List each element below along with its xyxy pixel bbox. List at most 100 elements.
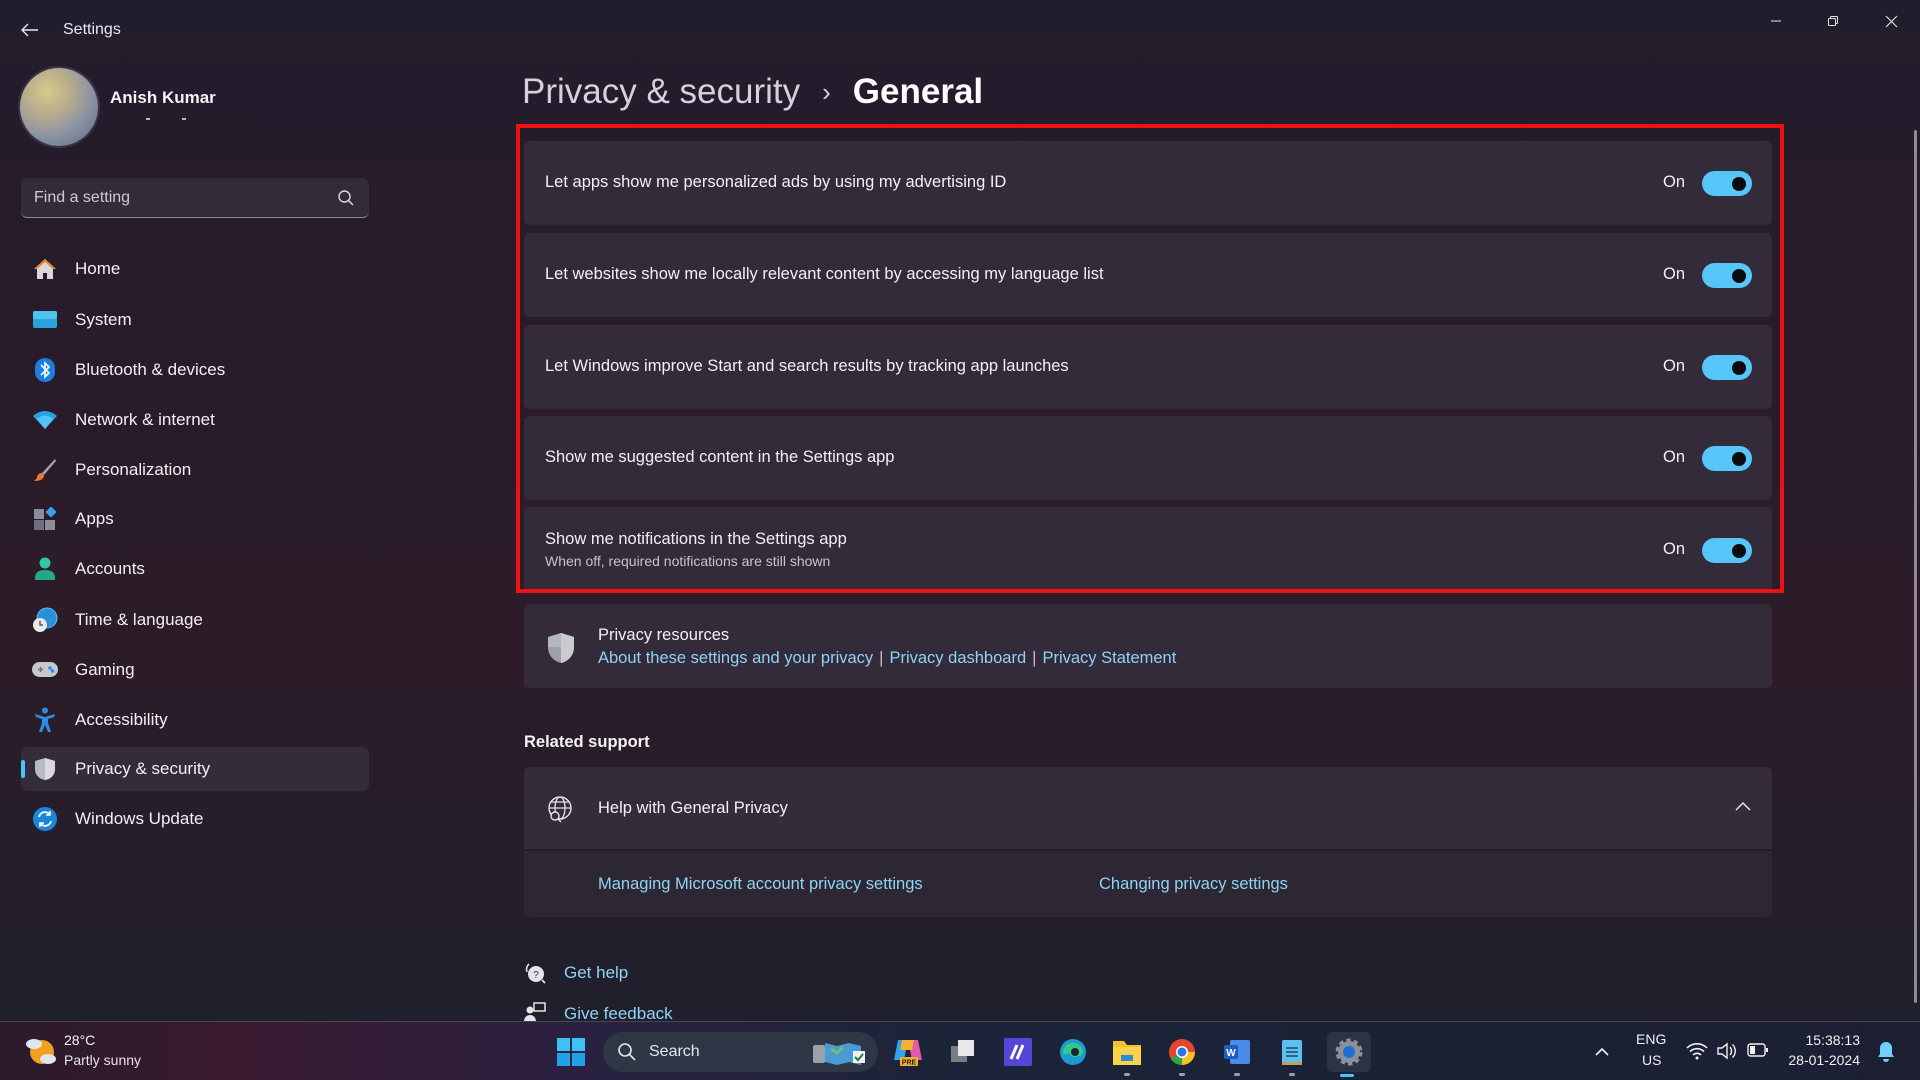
- shield-icon: [32, 757, 58, 781]
- sidebar-item-bluetooth[interactable]: Bluetooth & devices: [21, 348, 369, 392]
- search-highlight-travel-icon: [813, 1043, 865, 1065]
- sidebar-item-label: Accounts: [75, 559, 145, 578]
- sidebar-item-label: Network & internet: [75, 410, 215, 429]
- sidebar-item-privacy-security[interactable]: Privacy & security: [21, 747, 369, 791]
- edge-icon[interactable]: [1053, 1032, 1093, 1072]
- weather-temperature[interactable]: 28°C: [64, 1032, 95, 1048]
- running-indicator: [1234, 1073, 1240, 1076]
- privacy-resources-title: Privacy resources: [598, 626, 730, 644]
- wifi-icon[interactable]: [1686, 1042, 1708, 1060]
- clock-date[interactable]: 28-01-2024: [1788, 1052, 1860, 1068]
- partly-sunny-icon[interactable]: [24, 1034, 58, 1068]
- sidebar-item-personalization[interactable]: Personalization: [21, 448, 369, 492]
- search-icon[interactable]: [337, 189, 355, 207]
- title-bar: Settings: [0, 0, 1920, 58]
- input-language-line2[interactable]: US: [1642, 1052, 1661, 1068]
- sidebar-item-apps[interactable]: Apps: [21, 497, 369, 541]
- sidebar-item-time-language[interactable]: Time & language: [21, 598, 369, 642]
- accessibility-icon: [32, 707, 58, 732]
- help-general-privacy-header[interactable]: Help with General Privacy: [524, 767, 1772, 849]
- privacy-statement-link[interactable]: Privacy Statement: [1042, 649, 1176, 668]
- privacy-resources-card: Privacy resources About these settings a…: [524, 604, 1772, 688]
- close-button[interactable]: [1868, 6, 1914, 36]
- changing-privacy-settings-link[interactable]: Changing privacy settings: [1099, 875, 1288, 894]
- privacy-resources-links: About these settings and your privacy | …: [598, 649, 1176, 668]
- running-indicator: [1179, 1073, 1185, 1076]
- volume-icon[interactable]: [1716, 1041, 1736, 1061]
- task-view-icon[interactable]: [943, 1032, 983, 1072]
- notification-bell-icon[interactable]: [1876, 1041, 1896, 1063]
- user-email-redacted: [146, 118, 186, 126]
- breadcrumb-parent[interactable]: Privacy & security: [522, 72, 800, 112]
- globe-help-icon: [548, 796, 572, 823]
- windows-logo-icon: [557, 1038, 585, 1066]
- chrome-icon[interactable]: [1162, 1032, 1202, 1076]
- bluetooth-icon: [32, 358, 58, 382]
- privacy-dashboard-link[interactable]: Privacy dashboard: [889, 649, 1026, 668]
- clock-time[interactable]: 15:38:13: [1806, 1032, 1861, 1048]
- gaming-icon: [32, 658, 58, 682]
- chevron-up-icon[interactable]: [1734, 799, 1752, 813]
- sidebar-item-label: Personalization: [75, 460, 192, 479]
- breadcrumb-separator: ›: [822, 76, 831, 107]
- minimize-icon: [1771, 20, 1781, 22]
- active-app-indicator: [1340, 1074, 1354, 1077]
- back-button[interactable]: [18, 16, 42, 44]
- help-title: Help with General Privacy: [598, 799, 788, 817]
- pen-app-icon[interactable]: [998, 1032, 1038, 1072]
- shield-icon: [548, 633, 574, 663]
- sidebar-item-label: Home: [75, 259, 121, 278]
- restore-button[interactable]: [1810, 6, 1856, 36]
- sidebar-item-label: Privacy & security: [75, 759, 211, 778]
- sidebar-item-windows-update[interactable]: Windows Update: [21, 797, 369, 841]
- copilot-pre-icon[interactable]: PRE: [888, 1032, 928, 1072]
- scrollbar[interactable]: [1914, 130, 1917, 1003]
- time-language-icon: [32, 607, 58, 632]
- running-indicator: [1124, 1073, 1130, 1076]
- taskbar-search[interactable]: Search: [603, 1032, 878, 1072]
- accounts-icon: [32, 557, 58, 581]
- home-icon: [32, 257, 58, 281]
- word-icon[interactable]: W: [1217, 1032, 1257, 1076]
- about-settings-privacy-link[interactable]: About these settings and your privacy: [598, 649, 873, 668]
- show-hidden-icons-chevron[interactable]: [1594, 1046, 1610, 1058]
- sidebar-item-label: System: [75, 310, 132, 329]
- weather-condition[interactable]: Partly sunny: [64, 1052, 141, 1068]
- page-title: General: [852, 72, 984, 111]
- input-language-line1[interactable]: ENG: [1636, 1031, 1666, 1047]
- system-icon: [32, 308, 58, 332]
- avatar[interactable]: [20, 68, 98, 146]
- sidebar-item-label: Accessibility: [75, 710, 168, 729]
- brush-icon: [32, 458, 58, 482]
- link-separator: |: [879, 649, 884, 667]
- settings-taskbar-icon[interactable]: [1327, 1032, 1371, 1077]
- search-input[interactable]: [34, 188, 324, 207]
- managing-ms-account-privacy-link[interactable]: Managing Microsoft account privacy setti…: [598, 875, 923, 894]
- sidebar-item-label: Apps: [75, 509, 114, 528]
- file-explorer-icon[interactable]: [1107, 1032, 1147, 1076]
- sidebar-item-home[interactable]: Home: [21, 247, 369, 291]
- sidebar-item-network[interactable]: Network & internet: [21, 398, 369, 442]
- windows-update-icon: [32, 807, 58, 831]
- sidebar-item-accounts[interactable]: Accounts: [21, 547, 369, 591]
- get-help-icon: ?: [525, 963, 546, 984]
- wifi-icon: [32, 408, 58, 432]
- battery-icon[interactable]: [1747, 1042, 1769, 1058]
- breadcrumb: Privacy & security › General: [522, 72, 983, 112]
- search-box[interactable]: [21, 178, 369, 218]
- sidebar-item-accessibility[interactable]: Accessibility: [21, 698, 369, 742]
- minimize-button[interactable]: [1753, 6, 1799, 36]
- related-support-heading: Related support: [524, 733, 650, 751]
- notepad-icon[interactable]: [1272, 1032, 1312, 1076]
- app-title: Settings: [63, 21, 121, 38]
- link-separator: |: [1032, 649, 1037, 667]
- get-help-link[interactable]: Get help: [564, 963, 628, 983]
- sidebar-item-gaming[interactable]: Gaming: [21, 648, 369, 692]
- sidebar-item-system[interactable]: System: [21, 298, 369, 342]
- svg-text:W: W: [1226, 1048, 1236, 1059]
- taskbar-search-label: Search: [649, 1043, 700, 1060]
- back-arrow-icon: [21, 23, 38, 37]
- svg-text:?: ?: [533, 970, 539, 981]
- active-indicator: [21, 760, 25, 778]
- start-button[interactable]: [551, 1032, 591, 1072]
